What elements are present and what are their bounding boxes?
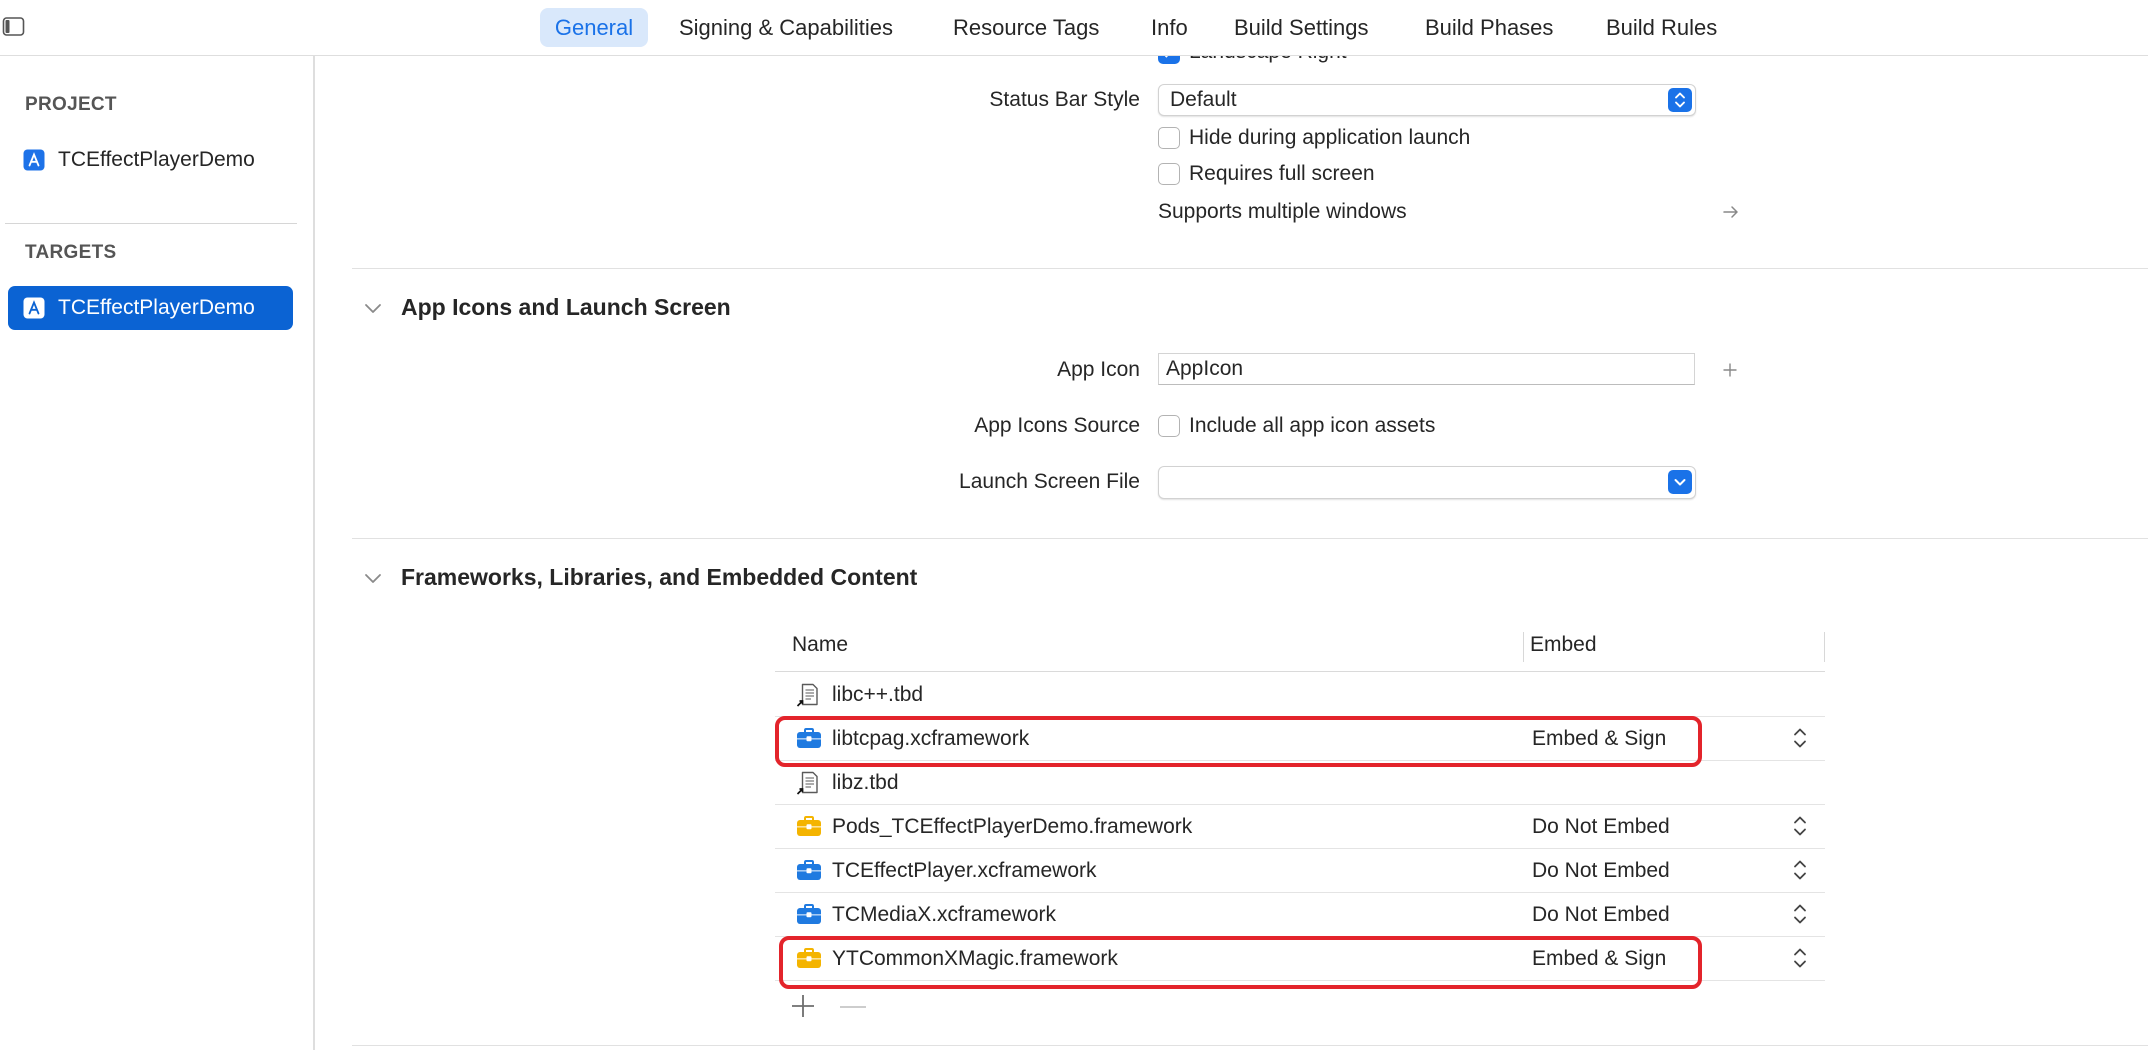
section-divider xyxy=(352,268,2148,269)
hide-during-launch-label: Hide during application launch xyxy=(1189,126,1471,149)
section-title-app-icons[interactable]: App Icons and Launch Screen xyxy=(401,292,731,322)
app-project-icon xyxy=(23,149,45,171)
tab-signing-capabilities[interactable]: Signing & Capabilities xyxy=(679,8,893,47)
plus-icon[interactable] xyxy=(789,992,817,1025)
framework-name: Pods_TCEffectPlayerDemo.framework xyxy=(832,815,1193,838)
xcframework-icon xyxy=(796,727,822,751)
section-divider xyxy=(352,538,2148,539)
app-target-icon xyxy=(23,297,45,319)
framework-name: libtcpag.xcframework xyxy=(832,727,1030,750)
framework-name: libc++.tbd xyxy=(832,683,924,706)
column-header-embed[interactable]: Embed xyxy=(1530,627,1597,663)
plus-icon[interactable] xyxy=(1722,362,1738,383)
requires-full-screen-checkbox[interactable] xyxy=(1158,163,1180,185)
sidebar-toggle-icon[interactable] xyxy=(2,16,26,38)
tab-general[interactable]: General xyxy=(540,8,648,47)
tab-build-settings[interactable]: Build Settings xyxy=(1234,8,1369,47)
tab-build-rules[interactable]: Build Rules xyxy=(1606,8,1717,47)
table-row[interactable]: TCMediaX.xcframework Do Not Embed xyxy=(775,893,1825,937)
sidebar-item-project[interactable]: TCEffectPlayerDemo xyxy=(8,138,293,182)
up-down-chevron-icon[interactable] xyxy=(1792,902,1808,926)
app-icon-value: AppIcon xyxy=(1166,357,1244,380)
include-all-app-icon-assets-checkbox[interactable] xyxy=(1158,415,1180,437)
tab-build-phases[interactable]: Build Phases xyxy=(1425,8,1553,47)
sidebar-item-label: TCEffectPlayerDemo xyxy=(58,296,255,319)
table-row[interactable]: libtcpag.xcframework Embed & Sign xyxy=(775,717,1825,761)
launch-screen-file-label: Launch Screen File xyxy=(959,470,1140,493)
app-icon-field[interactable]: AppIcon xyxy=(1158,353,1695,385)
up-down-chevron-icon[interactable] xyxy=(1792,946,1808,970)
minus-icon[interactable] xyxy=(839,1000,867,1018)
status-bar-style-popup[interactable]: Default xyxy=(1158,84,1696,116)
column-header-name[interactable]: Name xyxy=(792,627,848,663)
project-navigator-sidebar: PROJECT TCEffectPlayerDemo TARGETS TCEff… xyxy=(0,56,315,1050)
app-icon-label: App Icon xyxy=(1057,358,1140,381)
framework-icon xyxy=(796,815,822,839)
tab-info[interactable]: Info xyxy=(1151,8,1188,47)
embed-value[interactable]: Do Not Embed xyxy=(1532,805,1670,848)
table-row[interactable]: libc++.tbd xyxy=(775,673,1825,717)
sidebar-divider xyxy=(5,223,297,224)
framework-name: libz.tbd xyxy=(832,771,899,794)
project-heading: PROJECT xyxy=(25,94,117,115)
arrow-right-icon[interactable] xyxy=(1722,205,1740,224)
requires-full-screen-label: Requires full screen xyxy=(1189,162,1375,185)
tab-resource-tags[interactable]: Resource Tags xyxy=(953,8,1099,47)
embed-value[interactable]: Embed & Sign xyxy=(1532,717,1666,760)
column-separator[interactable] xyxy=(1824,632,1825,662)
app-icons-source-label: App Icons Source xyxy=(974,414,1140,437)
embed-value[interactable]: Do Not Embed xyxy=(1532,849,1670,892)
hide-during-launch-checkbox[interactable] xyxy=(1158,127,1180,149)
framework-name: TCMediaX.xcframework xyxy=(832,903,1057,926)
section-divider xyxy=(352,1045,2148,1046)
up-down-chevron-icon[interactable] xyxy=(1668,88,1692,112)
table-row[interactable]: TCEffectPlayer.xcframework Do Not Embed xyxy=(775,849,1825,893)
table-row[interactable]: Pods_TCEffectPlayerDemo.framework Do Not… xyxy=(775,805,1825,849)
chevron-down-icon[interactable] xyxy=(1668,470,1692,494)
sidebar-item-label: TCEffectPlayerDemo xyxy=(58,148,255,171)
targets-heading: TARGETS xyxy=(25,242,117,263)
embed-value[interactable]: Do Not Embed xyxy=(1532,893,1670,936)
landscape-right-checkbox[interactable] xyxy=(1158,56,1180,64)
xcframework-icon xyxy=(796,903,822,927)
include-all-app-icon-assets-label: Include all app icon assets xyxy=(1189,414,1436,437)
up-down-chevron-icon[interactable] xyxy=(1792,726,1808,750)
section-title-frameworks[interactable]: Frameworks, Libraries, and Embedded Cont… xyxy=(401,562,917,592)
status-bar-style-value: Default xyxy=(1170,88,1237,111)
tbd-file-icon xyxy=(796,771,822,795)
framework-name: TCEffectPlayer.xcframework xyxy=(832,859,1097,882)
table-row[interactable]: libz.tbd xyxy=(775,761,1825,805)
launch-screen-file-combo[interactable] xyxy=(1158,466,1696,499)
sidebar-item-target[interactable]: TCEffectPlayerDemo xyxy=(8,286,293,330)
chevron-down-icon[interactable] xyxy=(364,301,382,313)
up-down-chevron-icon[interactable] xyxy=(1792,814,1808,838)
editor-tab-bar: General Signing & Capabilities Resource … xyxy=(0,0,2148,56)
tbd-file-icon xyxy=(796,683,822,707)
general-settings-editor: Landscape Right Status Bar Style Default… xyxy=(317,56,2148,1050)
embed-value[interactable]: Embed & Sign xyxy=(1532,937,1666,980)
supports-multiple-windows-label: Supports multiple windows xyxy=(1158,200,1407,223)
framework-name: YTCommonXMagic.framework xyxy=(832,947,1118,970)
status-bar-style-label: Status Bar Style xyxy=(989,88,1140,111)
xcframework-icon xyxy=(796,859,822,883)
table-row[interactable]: YTCommonXMagic.framework Embed & Sign xyxy=(775,937,1825,981)
column-separator[interactable] xyxy=(1523,632,1524,662)
framework-icon xyxy=(796,947,822,971)
landscape-right-label: Landscape Right xyxy=(1189,56,1347,67)
up-down-chevron-icon[interactable] xyxy=(1792,858,1808,882)
chevron-down-icon[interactable] xyxy=(364,571,382,583)
frameworks-table-header: Name Embed xyxy=(775,627,1825,672)
